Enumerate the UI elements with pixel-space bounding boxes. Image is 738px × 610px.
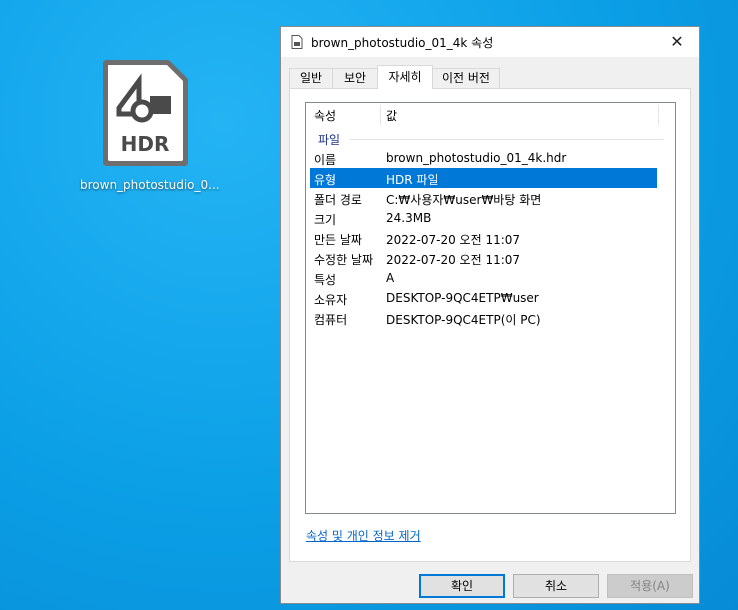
list-row-attributes[interactable]: 특성 A: [310, 268, 657, 288]
dialog-title: brown_photostudio_01_4k 속성: [311, 36, 494, 50]
row-key: 특성: [314, 273, 337, 287]
tab-security[interactable]: 보안: [332, 68, 378, 88]
hdr-badge-text: HDR: [121, 132, 170, 156]
row-value: HDR 파일: [386, 173, 439, 187]
list-row-type[interactable]: 유형 HDR 파일: [310, 168, 657, 188]
row-key: 만든 날짜: [314, 233, 362, 247]
tab-previous-versions[interactable]: 이전 버전: [432, 68, 500, 88]
title-bar[interactable]: brown_photostudio_01_4k 속성 ✕: [281, 27, 699, 57]
list-row-size[interactable]: 크기 24.3MB: [310, 208, 657, 228]
row-value: DESKTOP-9QC4ETP₩user: [386, 291, 539, 305]
properties-dialog: brown_photostudio_01_4k 속성 ✕ 일반 보안 자세히 이…: [280, 26, 700, 604]
desktop-file-label: brown_photostudio_0...: [80, 178, 220, 192]
list-row-owner[interactable]: 소유자 DESKTOP-9QC4ETP₩user: [310, 288, 657, 308]
column-header-property[interactable]: 속성: [314, 107, 336, 124]
list-header: 속성 값: [306, 103, 675, 127]
properties-list[interactable]: 속성 값 파일 이름 brown_photostudio_01_4k.hdr 유…: [305, 102, 676, 514]
row-value: 2022-07-20 오전 11:07: [386, 253, 521, 267]
tab-details[interactable]: 자세히: [377, 65, 433, 89]
tab-general[interactable]: 일반: [289, 68, 333, 88]
row-value: 24.3MB: [386, 211, 432, 225]
list-row-computer[interactable]: 컴퓨터 DESKTOP-9QC4ETP(이 PC): [310, 308, 657, 328]
details-panel: 속성 값 파일 이름 brown_photostudio_01_4k.hdr 유…: [289, 88, 691, 562]
row-value: C:₩사용자₩user₩바탕 화면: [386, 193, 542, 207]
close-button[interactable]: ✕: [655, 27, 699, 57]
remove-properties-link[interactable]: 속성 및 개인 정보 제거: [306, 527, 421, 544]
column-divider[interactable]: [380, 105, 381, 125]
row-key: 유형: [314, 173, 337, 187]
row-key: 소유자: [314, 293, 348, 307]
group-divider: [350, 139, 664, 140]
group-label-file: 파일: [318, 133, 341, 147]
row-value: DESKTOP-9QC4ETP(이 PC): [386, 313, 541, 327]
row-key: 컴퓨터: [314, 313, 348, 327]
row-key: 크기: [314, 213, 337, 227]
row-key: 수정한 날짜: [314, 253, 374, 267]
row-value: brown_photostudio_01_4k.hdr: [386, 151, 567, 165]
row-key: 이름: [314, 153, 337, 167]
file-icon: [291, 35, 303, 49]
list-row-created[interactable]: 만든 날짜 2022-07-20 오전 11:07: [310, 228, 657, 248]
apply-button[interactable]: 적용(A): [607, 574, 693, 598]
row-value: A: [386, 271, 395, 285]
hdr-file-icon: HDR: [103, 60, 188, 166]
close-icon: ✕: [670, 32, 684, 51]
list-row-folder-path[interactable]: 폴더 경로 C:₩사용자₩user₩바탕 화면: [310, 188, 657, 208]
row-value: 2022-07-20 오전 11:07: [386, 233, 521, 247]
column-divider[interactable]: [658, 105, 659, 125]
list-row-name[interactable]: 이름 brown_photostudio_01_4k.hdr: [310, 148, 657, 168]
list-row-modified[interactable]: 수정한 날짜 2022-07-20 오전 11:07: [310, 248, 657, 268]
column-header-value[interactable]: 값: [386, 107, 397, 124]
ok-button[interactable]: 확인: [419, 574, 505, 598]
cancel-button[interactable]: 취소: [513, 574, 599, 598]
row-key: 폴더 경로: [314, 193, 362, 207]
